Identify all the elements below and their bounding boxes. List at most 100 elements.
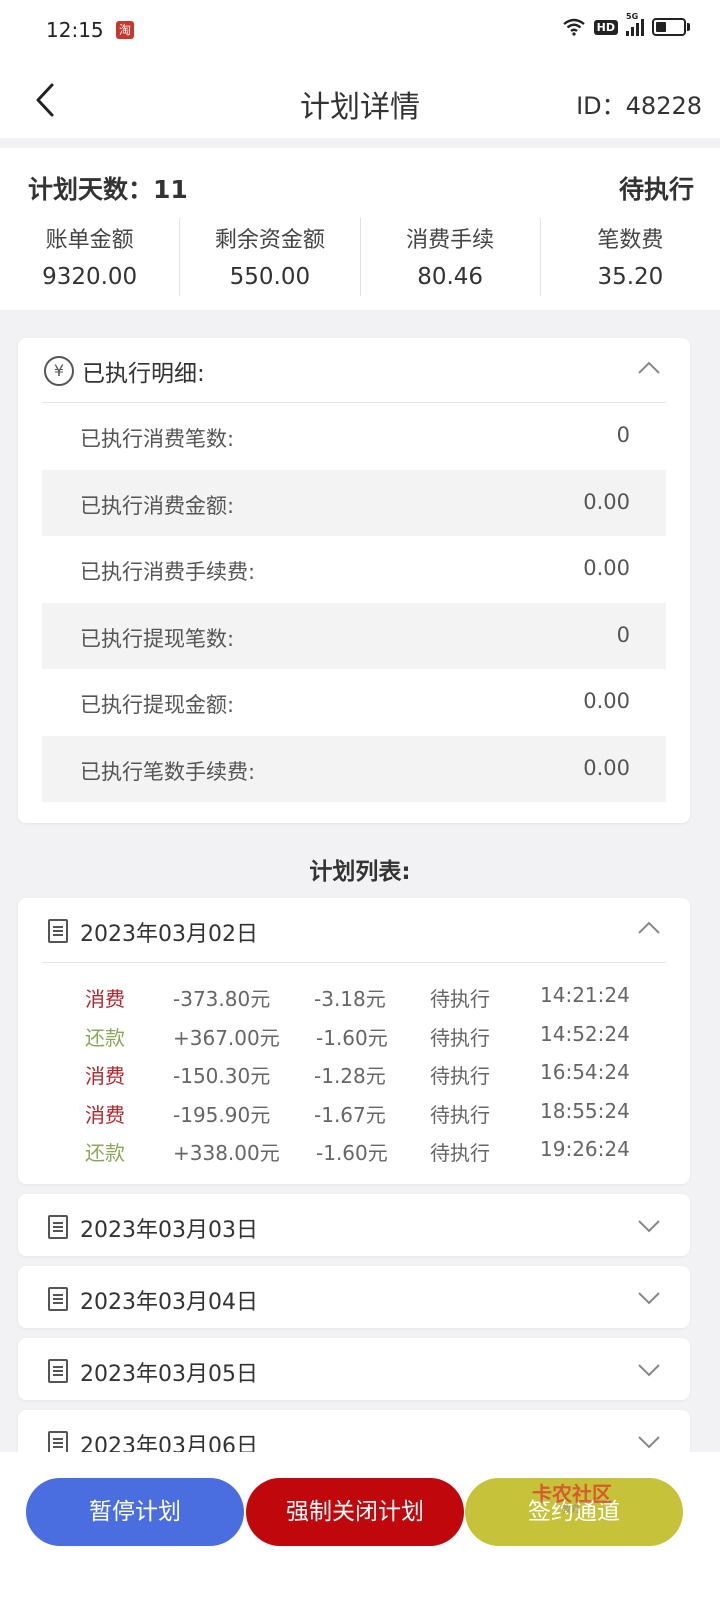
network-type: 5G [626,12,639,21]
tx-fee: -1.28元 [314,1064,386,1088]
wifi-icon [562,18,585,36]
executed-row-value: 0 [616,423,630,447]
executed-row-value: 0.00 [583,556,630,580]
tx-amount: +367.00元 [173,1025,280,1050]
executed-row-label: 已执行消费手续费: [80,560,256,584]
hd-icon: HD [593,19,618,35]
tx-fee: -1.60元 [316,1025,388,1050]
transaction-row: 消费 -373.80元 -3.18元 待执行 14:21:24 [18,977,690,1016]
status-bar: 12:15 淘 HD 5G [0,0,720,62]
day-header[interactable]: 2023年03月05日 [42,1338,666,1402]
tx-fee: -1.60元 [316,1141,388,1165]
plan-days: 计划天数：11 [28,175,188,204]
executed-details-header[interactable]: ¥ 已执行明细: [42,338,666,403]
nav-bar: 计划详情 ID：48228 [0,62,720,138]
transaction-row: 消费 -195.90元 -1.67元 待执行 18:55:24 [18,1093,690,1132]
chevron-up-icon[interactable] [638,918,660,940]
tx-time: 19:26:24 [540,1137,630,1161]
stat-transaction-fee: 笔数费 35.20 [541,218,720,296]
pause-plan-button[interactable]: 暂停计划 [26,1478,244,1546]
executed-row-label: 已执行消费金额: [80,493,235,518]
day-card-collapsed[interactable]: 2023年03月05日 [18,1338,690,1400]
executed-details-title: 已执行明细: [82,361,205,387]
tx-type: 消费 [85,1102,125,1127]
executed-details-card: ¥ 已执行明细: 已执行消费笔数: 0 已执行消费金额: 0.00 已执行消费手… [18,338,690,823]
tx-status: 待执行 [430,1141,490,1165]
day-date: 2023年03月05日 [80,1362,258,1387]
executed-row-value: 0 [616,622,630,647]
stat-value: 80.46 [417,264,484,290]
plan-status: 待执行 [618,175,694,204]
executed-row-label: 已执行提现笔数: [80,626,235,651]
day-date: 2023年03月02日 [80,922,258,947]
status-time: 12:15 [46,18,104,42]
force-close-plan-button[interactable]: 强制关闭计划 [246,1478,464,1546]
executed-row-value: 0.00 [583,689,630,713]
tx-type: 消费 [85,1064,125,1088]
calendar-icon [48,1359,68,1383]
stat-bill-amount: 账单金额 9320.00 [0,218,181,296]
tx-time: 16:54:24 [540,1060,630,1084]
day-date: 2023年03月04日 [80,1290,258,1315]
plan-list-title: 计划列表: [309,859,411,885]
chevron-down-icon[interactable] [638,1214,660,1236]
chevron-down-icon[interactable] [638,1286,660,1308]
watermark-subtext: 教育 [562,1505,581,1515]
executed-row: 已执行提现笔数: 0 [42,602,666,669]
tx-amount: -150.30元 [173,1064,271,1088]
status-icons: HD 5G [562,12,690,36]
executed-row-label: 已执行笔数手续费: [80,759,256,784]
summary-stats: 账单金额 9320.00 剩余资金额 550.00 消费手续 80.46 笔数费… [0,218,720,296]
transaction-row: 还款 +367.00元 -1.60元 待执行 14:52:24 [18,1016,690,1055]
tx-amount: +338.00元 [173,1141,280,1165]
executed-row: 已执行消费笔数: 0 [42,403,666,470]
tx-amount: -195.90元 [173,1102,271,1127]
tx-time: 14:21:24 [540,983,630,1007]
tx-time: 14:52:24 [540,1021,630,1046]
stat-label: 账单金额 [45,228,134,253]
bottom-action-bar: 暂停计划 强制关闭计划 签约通道 卡农社区 教育 [0,1452,720,1600]
stat-consumption-fee: 消费手续 80.46 [361,218,541,296]
calendar-icon [48,1287,68,1311]
day-header[interactable]: 2023年03月03日 [42,1194,666,1258]
stat-value: 9320.00 [42,264,138,290]
taobao-notification-icon: 淘 [116,21,134,39]
day-card-collapsed[interactable]: 2023年03月04日 [18,1266,690,1328]
transaction-row: 消费 -150.30元 -1.28元 待执行 16:54:24 [18,1054,690,1093]
day-date: 2023年03月03日 [80,1218,258,1243]
executed-row-label: 已执行提现金额: [80,693,235,717]
calendar-icon [48,1215,68,1239]
tx-status: 待执行 [430,1025,490,1050]
tx-fee: -3.18元 [314,987,386,1011]
yen-icon: ¥ [44,356,74,386]
plan-id: ID：48228 [576,92,702,120]
executed-row: 已执行提现金额: 0.00 [42,669,666,736]
tx-amount: -373.80元 [173,987,271,1011]
day-header[interactable]: 2023年03月04日 [42,1266,666,1330]
stat-remaining-funds: 剩余资金额 550.00 [180,218,361,296]
stat-label: 剩余资金额 [214,228,325,253]
plan-summary: 计划天数：11 待执行 账单金额 9320.00 剩余资金额 550.00 消费… [0,148,720,310]
day-header[interactable]: 2023年03月02日 [42,898,666,963]
executed-row: 已执行笔数手续费: 0.00 [42,735,666,802]
executed-row: 已执行消费金额: 0.00 [42,469,666,536]
chevron-down-icon[interactable] [638,1358,660,1380]
day-card-collapsed[interactable]: 2023年03月03日 [18,1194,690,1256]
executed-row: 已执行消费手续费: 0.00 [42,536,666,603]
day-card-expanded: 2023年03月02日 消费 -373.80元 -3.18元 待执行 14:21… [18,898,690,1184]
tx-status: 待执行 [430,1102,490,1127]
tx-type: 还款 [85,1025,125,1050]
executed-row-value: 0.00 [583,489,630,514]
tx-status: 待执行 [430,987,490,1011]
tx-type: 消费 [85,987,125,1011]
tx-status: 待执行 [430,1064,490,1088]
transaction-row: 还款 +338.00元 -1.60元 待执行 19:26:24 [18,1131,690,1170]
calendar-icon [48,919,68,943]
chevron-down-icon[interactable] [638,1430,660,1452]
stat-value: 550.00 [229,264,311,290]
tx-type: 还款 [85,1141,125,1165]
stat-value: 35.20 [597,264,664,290]
signal-icon: 5G [626,12,644,36]
chevron-up-icon[interactable] [638,358,660,380]
executed-row-label: 已执行消费笔数: [80,427,235,451]
